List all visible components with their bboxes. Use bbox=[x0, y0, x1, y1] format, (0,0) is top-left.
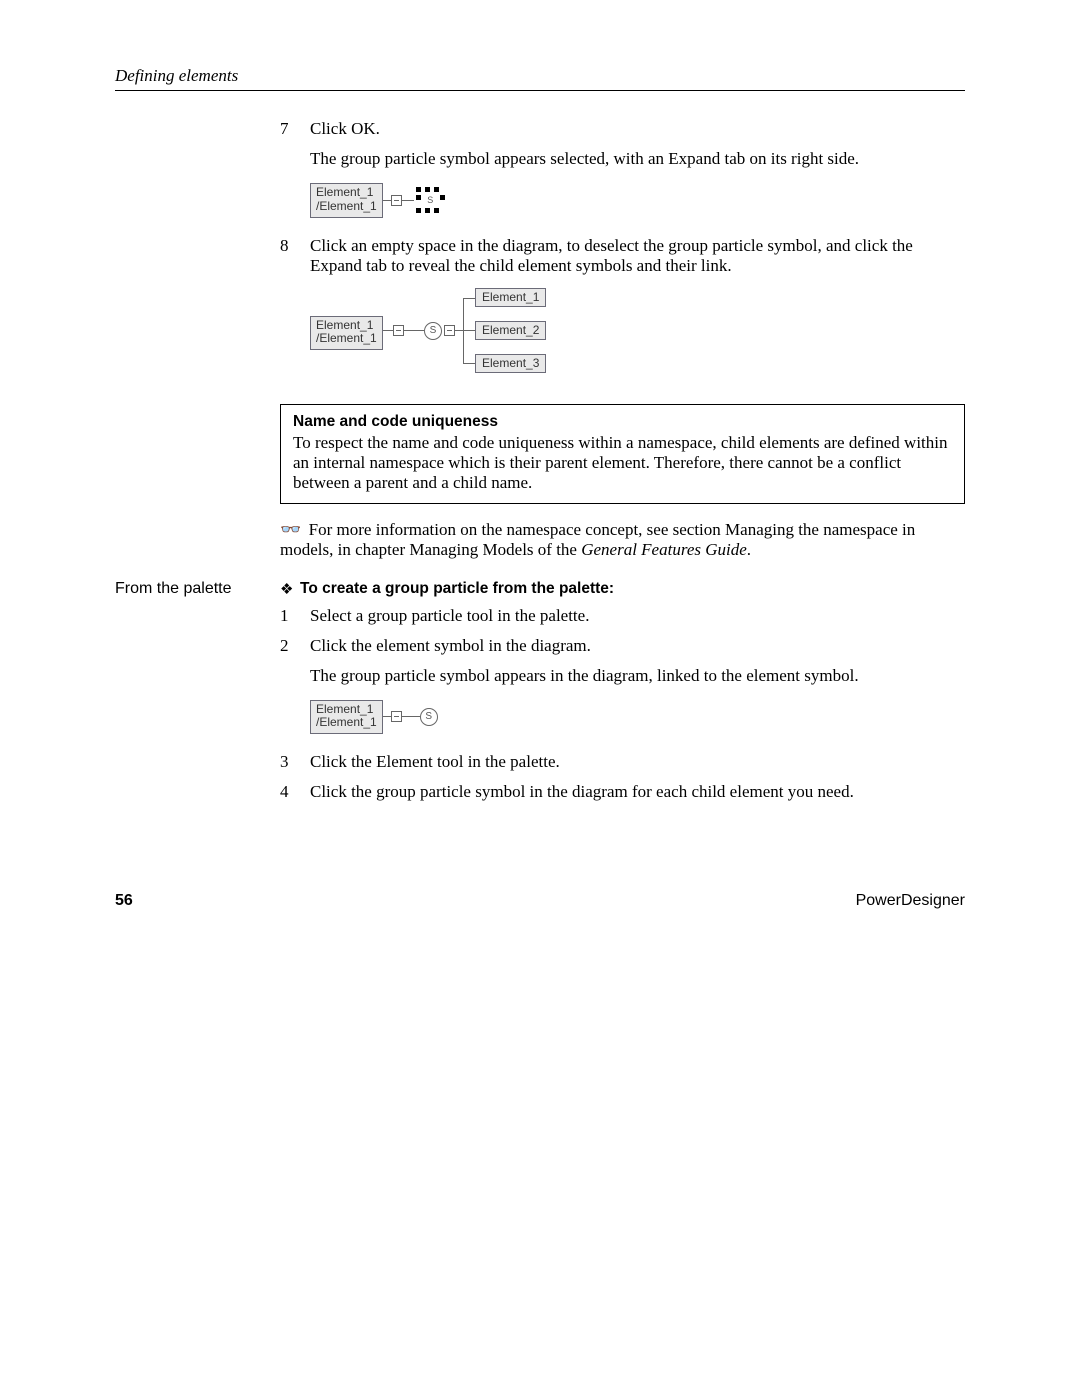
step-text: Click the element symbol in the diagram. bbox=[310, 636, 965, 656]
step-number: 2 bbox=[280, 636, 310, 660]
page-number: 56 bbox=[115, 892, 133, 910]
product-name: PowerDesigner bbox=[856, 892, 965, 910]
note-title: Name and code uniqueness bbox=[293, 413, 952, 431]
selection-handles-icon: S bbox=[416, 187, 445, 213]
procedure-title: To create a group particle from the pale… bbox=[300, 580, 614, 598]
element-name: Element_1 bbox=[316, 186, 377, 200]
connector-line bbox=[402, 200, 414, 201]
sequence-node-icon: S bbox=[424, 322, 442, 340]
step-continuation: The group particle symbol appears select… bbox=[310, 149, 965, 169]
connector-line bbox=[455, 330, 475, 331]
element-close: /Element_1 bbox=[316, 332, 377, 346]
page-footer: 56 PowerDesigner bbox=[115, 892, 965, 910]
step-number: 1 bbox=[280, 606, 310, 630]
diagram-group-particle-selected: Element_1 /Element_1 S bbox=[310, 183, 965, 218]
sequence-node-icon: S bbox=[420, 708, 438, 726]
step-number: 7 bbox=[280, 119, 310, 143]
step-continuation: The group particle symbol appears in the… bbox=[310, 666, 965, 686]
child-element-box: Element_3 bbox=[475, 354, 546, 374]
expand-tab-icon bbox=[393, 325, 404, 336]
connector-line bbox=[383, 200, 391, 201]
connector-line bbox=[463, 298, 475, 299]
reference-title: General Features Guide bbox=[581, 540, 747, 559]
expand-tab-icon bbox=[444, 325, 455, 336]
diagram-particle-linked: Element_1 /Element_1 S bbox=[310, 700, 965, 735]
step-text: Click an empty space in the diagram, to … bbox=[310, 236, 965, 276]
procedure-heading: ❖ To create a group particle from the pa… bbox=[280, 580, 965, 598]
step-number: 4 bbox=[280, 782, 310, 806]
connector-line bbox=[463, 298, 464, 363]
child-element-box: Element_1 bbox=[475, 288, 546, 308]
element-close: /Element_1 bbox=[316, 200, 377, 214]
step-text: Select a group particle tool in the pale… bbox=[310, 606, 965, 626]
glasses-icon: 👓 bbox=[280, 520, 300, 539]
element-box: Element_1 /Element_1 bbox=[310, 700, 383, 735]
bullet-icon: ❖ bbox=[280, 580, 300, 598]
element-close: /Element_1 bbox=[316, 716, 377, 730]
step-number: 3 bbox=[280, 752, 310, 776]
step-text: Click OK. bbox=[310, 119, 965, 139]
step-8: 8 Click an empty space in the diagram, t… bbox=[280, 236, 965, 280]
step-4: 4 Click the group particle symbol in the… bbox=[280, 782, 965, 806]
step-1: 1 Select a group particle tool in the pa… bbox=[280, 606, 965, 630]
reference-period: . bbox=[747, 540, 751, 559]
diagram-expanded-children: Element_1 /Element_1 S Element_1 Element… bbox=[310, 286, 965, 386]
connector-line bbox=[383, 716, 391, 717]
element-box: Element_1 /Element_1 bbox=[310, 183, 383, 218]
connector-line bbox=[404, 330, 424, 331]
connector-line bbox=[463, 363, 475, 364]
element-box-root: Element_1 /Element_1 bbox=[310, 316, 383, 351]
note-box: Name and code uniqueness To respect the … bbox=[280, 404, 965, 504]
child-element-box: Element_2 bbox=[475, 321, 546, 341]
side-label: From the palette bbox=[115, 580, 280, 598]
element-name: Element_1 bbox=[316, 319, 377, 333]
expand-tab-icon bbox=[391, 711, 402, 722]
step-text: Click the Element tool in the palette. bbox=[310, 752, 965, 772]
note-body: To respect the name and code uniqueness … bbox=[293, 433, 952, 493]
step-3: 3 Click the Element tool in the palette. bbox=[280, 752, 965, 776]
step-2: 2 Click the element symbol in the diagra… bbox=[280, 636, 965, 660]
cross-reference: 👓 For more information on the namespace … bbox=[280, 520, 965, 560]
connector-line bbox=[383, 330, 393, 331]
step-number: 8 bbox=[280, 236, 310, 280]
step-7: 7 Click OK. bbox=[280, 119, 965, 143]
element-name: Element_1 bbox=[316, 703, 377, 717]
step-text: Click the group particle symbol in the d… bbox=[310, 782, 965, 802]
expand-tab-icon bbox=[391, 195, 402, 206]
connector-line bbox=[402, 716, 420, 717]
running-header: Defining elements bbox=[115, 66, 965, 91]
